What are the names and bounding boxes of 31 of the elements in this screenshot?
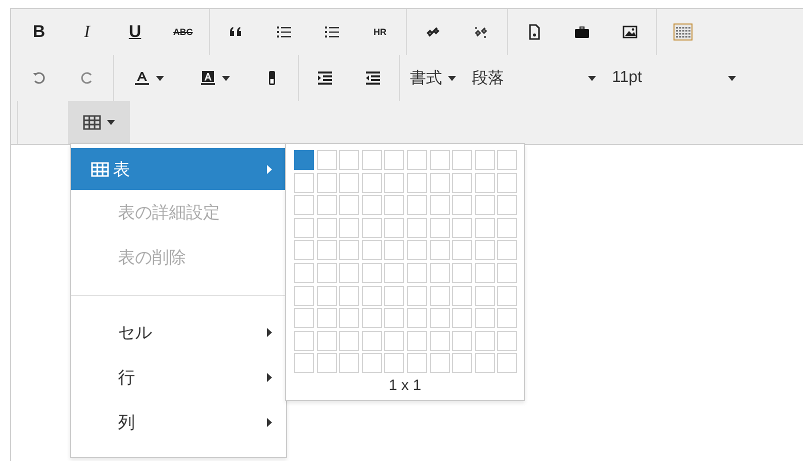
table-icon bbox=[91, 162, 109, 176]
table-icon bbox=[83, 115, 101, 130]
strike-button[interactable]: ABC bbox=[159, 16, 207, 48]
italic-button[interactable]: I bbox=[63, 16, 111, 48]
undo-icon bbox=[31, 70, 47, 86]
outdent-icon bbox=[365, 70, 381, 86]
menu-item[interactable]: 行 bbox=[71, 355, 286, 400]
indent-icon bbox=[317, 70, 333, 86]
select-dropdown[interactable]: 段落 bbox=[464, 62, 604, 94]
text-color-icon bbox=[134, 70, 150, 86]
table-button[interactable] bbox=[68, 101, 130, 144]
menu-item[interactable]: 表 bbox=[71, 148, 286, 190]
image-icon bbox=[622, 24, 638, 40]
menu-item[interactable]: 列 bbox=[71, 400, 286, 445]
caret-icon bbox=[728, 76, 736, 80]
calendar-icon bbox=[673, 23, 693, 41]
background-color-icon bbox=[200, 70, 216, 86]
menu-button[interactable]: 書式 bbox=[402, 62, 464, 94]
select-dropdown[interactable]: 11pt bbox=[604, 62, 744, 94]
size-label: 1 x 1 bbox=[388, 376, 422, 394]
menu-item[interactable]: セル bbox=[71, 310, 286, 355]
briefcase-icon bbox=[574, 24, 590, 40]
grid-cell[interactable] bbox=[294, 150, 314, 170]
underline-button[interactable]: U bbox=[111, 16, 159, 48]
document-icon bbox=[526, 24, 542, 40]
caret-icon bbox=[448, 76, 456, 80]
caret-icon bbox=[588, 76, 596, 80]
unlink-icon bbox=[473, 24, 489, 40]
rule-button[interactable]: HR bbox=[356, 16, 404, 48]
bold-button[interactable]: B bbox=[15, 16, 63, 48]
bullet-list-icon bbox=[276, 24, 292, 40]
